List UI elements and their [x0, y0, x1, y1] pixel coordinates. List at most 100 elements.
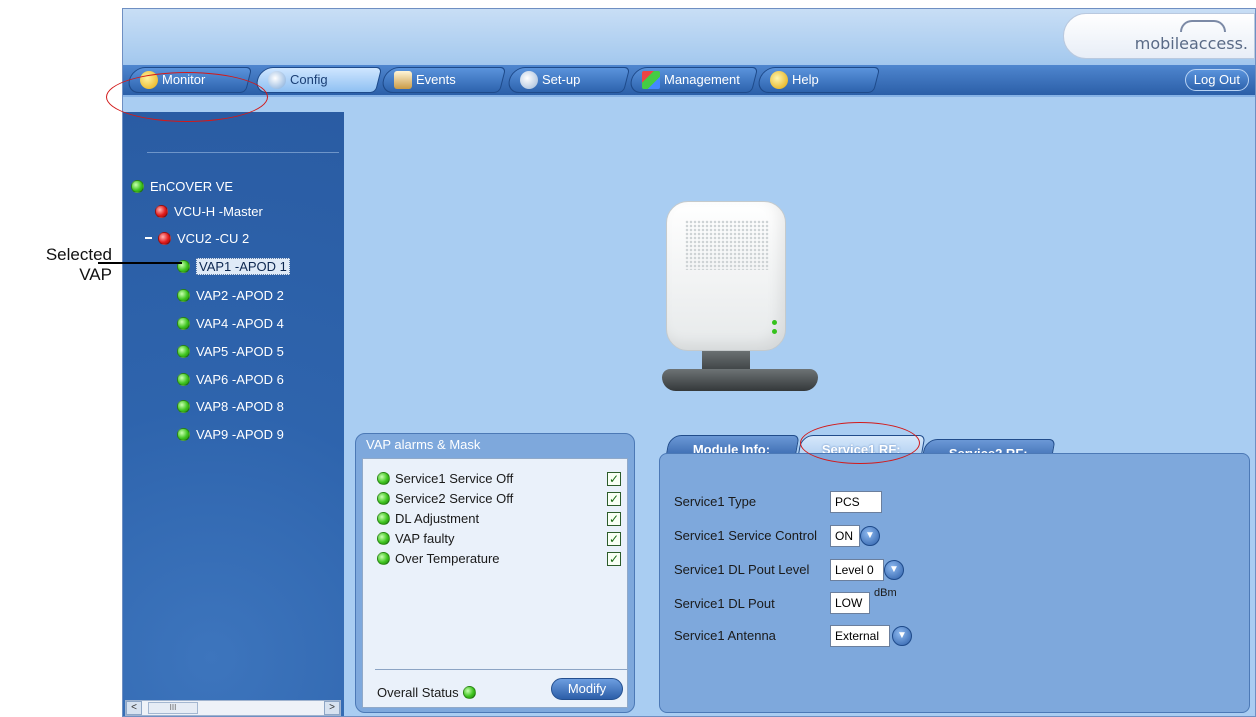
status-ok-icon [177, 289, 190, 302]
tree-item-label: VAP5 -APOD 5 [196, 344, 284, 359]
tree-item-label: VAP2 -APOD 2 [196, 288, 284, 303]
brand-logo: mobileaccess. [1063, 13, 1255, 59]
tree-item-vap4[interactable]: VAP4 -APOD 4 [177, 315, 284, 333]
status-alarm-icon [155, 205, 168, 218]
status-ok-icon [177, 428, 190, 441]
overall-status-label: Overall Status [377, 685, 459, 700]
service-type-label: Service1 Type [674, 494, 757, 509]
tab-management[interactable]: Management [627, 67, 759, 93]
tree-item-vap9[interactable]: VAP9 -APOD 9 [177, 426, 284, 444]
tree-item-master[interactable]: VCU-H -Master [155, 203, 263, 221]
status-ok-icon [377, 472, 390, 485]
tab-config-label: Config [290, 72, 328, 87]
service-control-label: Service1 Service Control [674, 528, 818, 543]
status-ok-icon [377, 552, 390, 565]
alarm-row: Service1 Service Off [377, 471, 513, 487]
alarms-list: Service1 Service Off ✓ Service2 Service … [362, 458, 628, 708]
tree-item-label: VAP8 -APOD 8 [196, 399, 284, 414]
status-ok-icon [377, 532, 390, 545]
tree-item-vap6[interactable]: VAP6 -APOD 6 [177, 371, 284, 389]
antenna-select[interactable]: External [830, 625, 890, 647]
status-ok-icon [131, 180, 144, 193]
tree-item-vap5[interactable]: VAP5 -APOD 5 [177, 343, 284, 361]
tree-item-vap2[interactable]: VAP2 -APOD 2 [177, 287, 284, 305]
annotation-circle-monitor [106, 72, 268, 122]
tree-item-label: VAP6 -APOD 6 [196, 372, 284, 387]
mask-checkbox[interactable]: ✓ [607, 552, 621, 566]
mask-checkbox[interactable]: ✓ [607, 472, 621, 486]
callout-pointer [98, 262, 182, 264]
logo-swoosh-icon [1180, 20, 1226, 32]
status-ok-icon [177, 345, 190, 358]
tab-setup-label: Set-up [542, 72, 581, 87]
tab-help[interactable]: Help [755, 67, 881, 93]
scroll-right-icon[interactable]: > [324, 701, 340, 715]
sidebar-horizontal-scrollbar[interactable]: < III > [125, 700, 341, 716]
callout-line1: Selected [45, 245, 112, 264]
status-ok-icon [177, 400, 190, 413]
tree-item-label: VCU2 -CU 2 [177, 231, 250, 246]
dl-pout-level-select[interactable]: Level 0 [830, 559, 884, 581]
help-icon [770, 71, 788, 89]
chevron-down-icon[interactable]: ▼ [860, 526, 880, 546]
overall-status: Overall Status [377, 685, 476, 700]
mask-checkbox[interactable]: ✓ [607, 492, 621, 506]
service-type-field[interactable]: PCS [830, 491, 882, 513]
tree-item-label: VCU-H -Master [174, 204, 263, 219]
scrollbar-thumb[interactable]: III [148, 702, 198, 714]
tree-item-vap1[interactable]: VAP1 -APOD 1 [177, 258, 290, 276]
device-body [666, 201, 786, 351]
vap-alarms-panel: VAP alarms & Mask Service1 Service Off ✓… [355, 433, 635, 713]
modify-button[interactable]: Modify [551, 678, 623, 700]
chevron-down-icon[interactable]: ▼ [884, 560, 904, 580]
alarm-label: Service2 Service Off [395, 491, 514, 506]
dl-pout-label: Service1 DL Pout [674, 596, 775, 611]
setup-icon [520, 71, 538, 89]
device-led-icon [772, 320, 777, 325]
app-window: mobileaccess. Monitor Config Events Set-… [122, 8, 1256, 717]
device-led-icon [772, 329, 777, 334]
alarm-row: Service2 Service Off [377, 491, 513, 507]
device-neck [702, 351, 750, 371]
status-ok-icon [462, 686, 476, 699]
chevron-down-icon[interactable]: ▼ [892, 626, 912, 646]
service-control-select[interactable]: ON [830, 525, 860, 547]
tab-help-label: Help [792, 72, 819, 87]
tree-item-label: VAP9 -APOD 9 [196, 427, 284, 442]
tab-config[interactable]: Config [253, 67, 383, 93]
tab-events-label: Events [416, 72, 456, 87]
tab-events[interactable]: Events [379, 67, 507, 93]
status-alarm-icon [158, 232, 171, 245]
alarm-label: Service1 Service Off [395, 471, 514, 486]
logout-button[interactable]: Log Out [1184, 69, 1249, 91]
device-stand [658, 351, 818, 391]
tree-item-cu2[interactable]: VCU2 -CU 2 [145, 230, 249, 248]
alarm-label: DL Adjustment [395, 511, 480, 526]
alarm-label: VAP faulty [395, 531, 455, 546]
alarms-divider [375, 669, 627, 670]
alarm-label: Over Temperature [395, 551, 500, 566]
status-ok-icon [377, 492, 390, 505]
top-banner: mobileaccess. Monitor Config Events Set-… [123, 9, 1255, 97]
status-ok-icon [177, 317, 190, 330]
scroll-left-icon[interactable]: < [126, 701, 142, 715]
tree-item-root[interactable]: EnCOVER VE [131, 178, 233, 196]
mask-checkbox[interactable]: ✓ [607, 532, 621, 546]
tree-item-label: VAP1 -APOD 1 [196, 258, 290, 275]
status-ok-icon [377, 512, 390, 525]
dl-pout-field[interactable]: LOW [830, 592, 870, 614]
tab-management-label: Management [664, 72, 740, 87]
management-icon [642, 71, 660, 89]
mask-checkbox[interactable]: ✓ [607, 512, 621, 526]
annotation-circle-service1-rf [800, 422, 920, 464]
collapse-icon[interactable] [145, 237, 152, 239]
alarm-row: Over Temperature [377, 551, 500, 567]
dl-pout-unit: dBm [874, 587, 897, 599]
tree-item-vap8[interactable]: VAP8 -APOD 8 [177, 398, 284, 416]
device-grill [685, 220, 769, 270]
selected-vap-callout: Selected VAP [8, 245, 112, 285]
tab-setup[interactable]: Set-up [505, 67, 631, 93]
dl-pout-level-label: Service1 DL Pout Level [674, 562, 810, 577]
wrench-icon [268, 71, 286, 89]
status-ok-icon [177, 373, 190, 386]
